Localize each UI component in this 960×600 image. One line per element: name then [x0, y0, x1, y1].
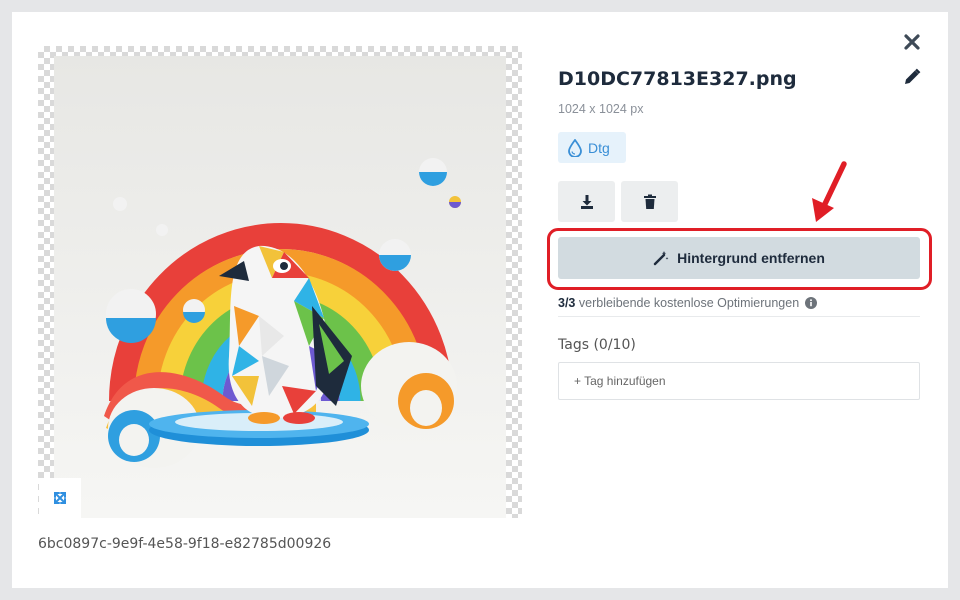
quota-count: 3/3 [558, 296, 576, 310]
info-icon[interactable] [805, 297, 818, 309]
image-uuid: 6bc0897c-9e9f-4e58-9f18-e82785d00926 [38, 536, 332, 552]
add-tag-placeholder: + Tag hinzufügen [574, 374, 666, 388]
dtg-chip-label: Dtg [588, 139, 610, 156]
optimization-quota: 3/3 verbleibende kostenlose Optimierunge… [558, 296, 818, 310]
dtg-chip[interactable]: Dtg [558, 132, 626, 163]
edit-pencil-icon[interactable] [902, 67, 922, 87]
expand-icon[interactable] [39, 478, 81, 518]
quota-text: verbleibende kostenlose Optimierungen [578, 296, 800, 310]
add-tag-input[interactable]: + Tag hinzufügen [558, 362, 920, 400]
image-detail-modal: 6bc0897c-9e9f-4e58-9f18-e82785d00926 D10… [12, 12, 948, 588]
highlight-annotation-box [547, 228, 932, 290]
red-arrow-annotation [812, 161, 847, 222]
divider [558, 316, 920, 317]
close-icon[interactable] [901, 31, 923, 53]
file-name: D10DC77813E327.png [558, 68, 797, 90]
image-dimensions: 1024 x 1024 px [558, 102, 644, 116]
image-preview[interactable] [54, 56, 506, 518]
delete-button[interactable] [621, 181, 678, 222]
trash-icon [643, 194, 656, 209]
download-button[interactable] [558, 181, 615, 222]
tags-label: Tags (0/10) [558, 337, 636, 353]
download-icon [580, 194, 593, 209]
water-drop-icon [568, 138, 582, 157]
